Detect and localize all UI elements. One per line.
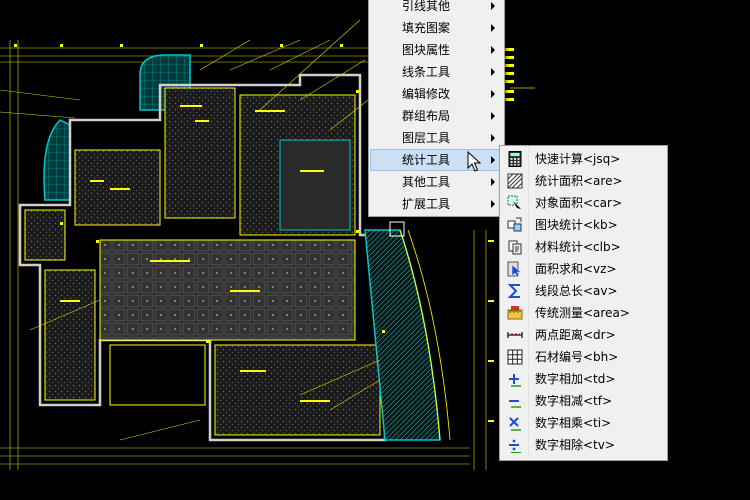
menu-item-block-attributes[interactable]: 图块属性 <box>370 39 503 61</box>
block-count-icon <box>507 217 522 232</box>
hatch-area-icon <box>507 173 523 189</box>
menu-item-label: 图层工具 <box>402 131 451 145</box>
object-area-icon <box>507 195 521 209</box>
submenu-item-area-stats[interactable]: 统计面积<are> <box>501 170 666 192</box>
submenu-item-label: 面积求和<vz> <box>535 262 617 276</box>
material-count-icon <box>508 240 522 255</box>
submenu-item-traditional-measure[interactable]: 传统测量<area> <box>501 302 666 324</box>
submenu-item-label: 数字相乘<ti> <box>535 416 612 430</box>
submenu-item-two-point-distance[interactable]: 两点距离<dr> <box>501 324 666 346</box>
minus-icon <box>509 400 521 408</box>
submenu-item-number-divide[interactable]: 数字相除<tv> <box>501 434 666 456</box>
submenu-arrow-icon <box>491 156 495 164</box>
submenu-item-stone-numbering[interactable]: 石材编号<bh> <box>501 346 666 368</box>
menu-item-label: 群组布局 <box>402 109 451 123</box>
statistics-submenu: 快速计算<jsq> 统计面积<are> 对象面积<car> 图块统计<kb> 材… <box>499 145 668 461</box>
submenu-arrow-icon <box>491 68 495 76</box>
distance-icon <box>507 332 523 338</box>
submenu-item-number-subtract[interactable]: 数字相减<tf> <box>501 390 666 412</box>
menu-item-label: 编辑修改 <box>402 87 451 101</box>
submenu-item-material-stats[interactable]: 材料统计<clb> <box>501 236 666 258</box>
grid-number-icon <box>507 349 523 365</box>
context-menu: 引线其他 填充图案 图块属性 线条工具 编辑修改 群组布局 图层工具 统计工具 … <box>368 0 505 217</box>
submenu-item-label: 快速计算<jsq> <box>535 152 621 166</box>
submenu-item-label: 对象面积<car> <box>535 196 622 210</box>
menu-item-edit-modify[interactable]: 编辑修改 <box>370 83 503 105</box>
area-sum-icon <box>507 261 522 277</box>
menu-item-leader-other[interactable]: 引线其他 <box>370 0 503 17</box>
submenu-item-object-area[interactable]: 对象面积<car> <box>501 192 666 214</box>
submenu-arrow-icon <box>491 24 495 32</box>
menu-item-label: 其他工具 <box>402 175 451 189</box>
plus-icon <box>509 374 521 387</box>
submenu-item-label: 线段总长<av> <box>535 284 618 298</box>
submenu-item-label: 传统测量<area> <box>535 306 630 320</box>
submenu-item-quick-calc[interactable]: 快速计算<jsq> <box>501 148 666 170</box>
submenu-arrow-icon <box>491 46 495 54</box>
submenu-item-label: 数字相加<td> <box>535 372 616 386</box>
menu-item-label: 统计工具 <box>402 153 451 167</box>
submenu-item-label: 数字相除<tv> <box>535 438 615 452</box>
submenu-item-block-stats[interactable]: 图块统计<kb> <box>501 214 666 236</box>
menu-item-label: 线条工具 <box>402 65 451 79</box>
menu-item-label: 引线其他 <box>402 0 451 13</box>
menu-item-label: 扩展工具 <box>402 197 451 211</box>
menu-item-label: 填充图案 <box>402 21 451 35</box>
menu-item-layer-tools[interactable]: 图层工具 <box>370 127 503 149</box>
divide-icon <box>509 439 521 453</box>
submenu-item-label: 材料统计<clb> <box>535 240 621 254</box>
submenu-item-number-multiply[interactable]: 数字相乘<ti> <box>501 412 666 434</box>
submenu-item-label: 图块统计<kb> <box>535 218 618 232</box>
menu-item-statistics-tools[interactable]: 统计工具 <box>370 149 503 171</box>
measure-icon <box>507 306 523 320</box>
menu-item-fill-pattern[interactable]: 填充图案 <box>370 17 503 39</box>
submenu-item-label: 两点距离<dr> <box>535 328 616 342</box>
submenu-item-number-add[interactable]: 数字相加<td> <box>501 368 666 390</box>
submenu-arrow-icon <box>491 134 495 142</box>
submenu-arrow-icon <box>491 112 495 120</box>
submenu-item-label: 石材编号<bh> <box>535 350 619 364</box>
submenu-item-line-total-length[interactable]: 线段总长<av> <box>501 280 666 302</box>
menu-item-label: 图块属性 <box>402 43 451 57</box>
submenu-item-label: 数字相减<tf> <box>535 394 613 408</box>
submenu-item-area-sum[interactable]: 面积求和<vz> <box>501 258 666 280</box>
sigma-icon <box>507 284 520 298</box>
mouse-cursor-icon <box>467 151 482 172</box>
submenu-arrow-icon <box>491 90 495 98</box>
submenu-arrow-icon <box>491 2 495 10</box>
menu-item-extension-tools[interactable]: 扩展工具 <box>370 193 503 215</box>
menu-item-other-tools[interactable]: 其他工具 <box>370 171 503 193</box>
submenu-item-label: 统计面积<are> <box>535 174 623 188</box>
submenu-arrow-icon <box>491 200 495 208</box>
calculator-icon <box>508 151 522 167</box>
submenu-arrow-icon <box>491 178 495 186</box>
menu-item-group-layout[interactable]: 群组布局 <box>370 105 503 127</box>
multiply-icon <box>509 417 521 431</box>
menu-item-line-tools[interactable]: 线条工具 <box>370 61 503 83</box>
